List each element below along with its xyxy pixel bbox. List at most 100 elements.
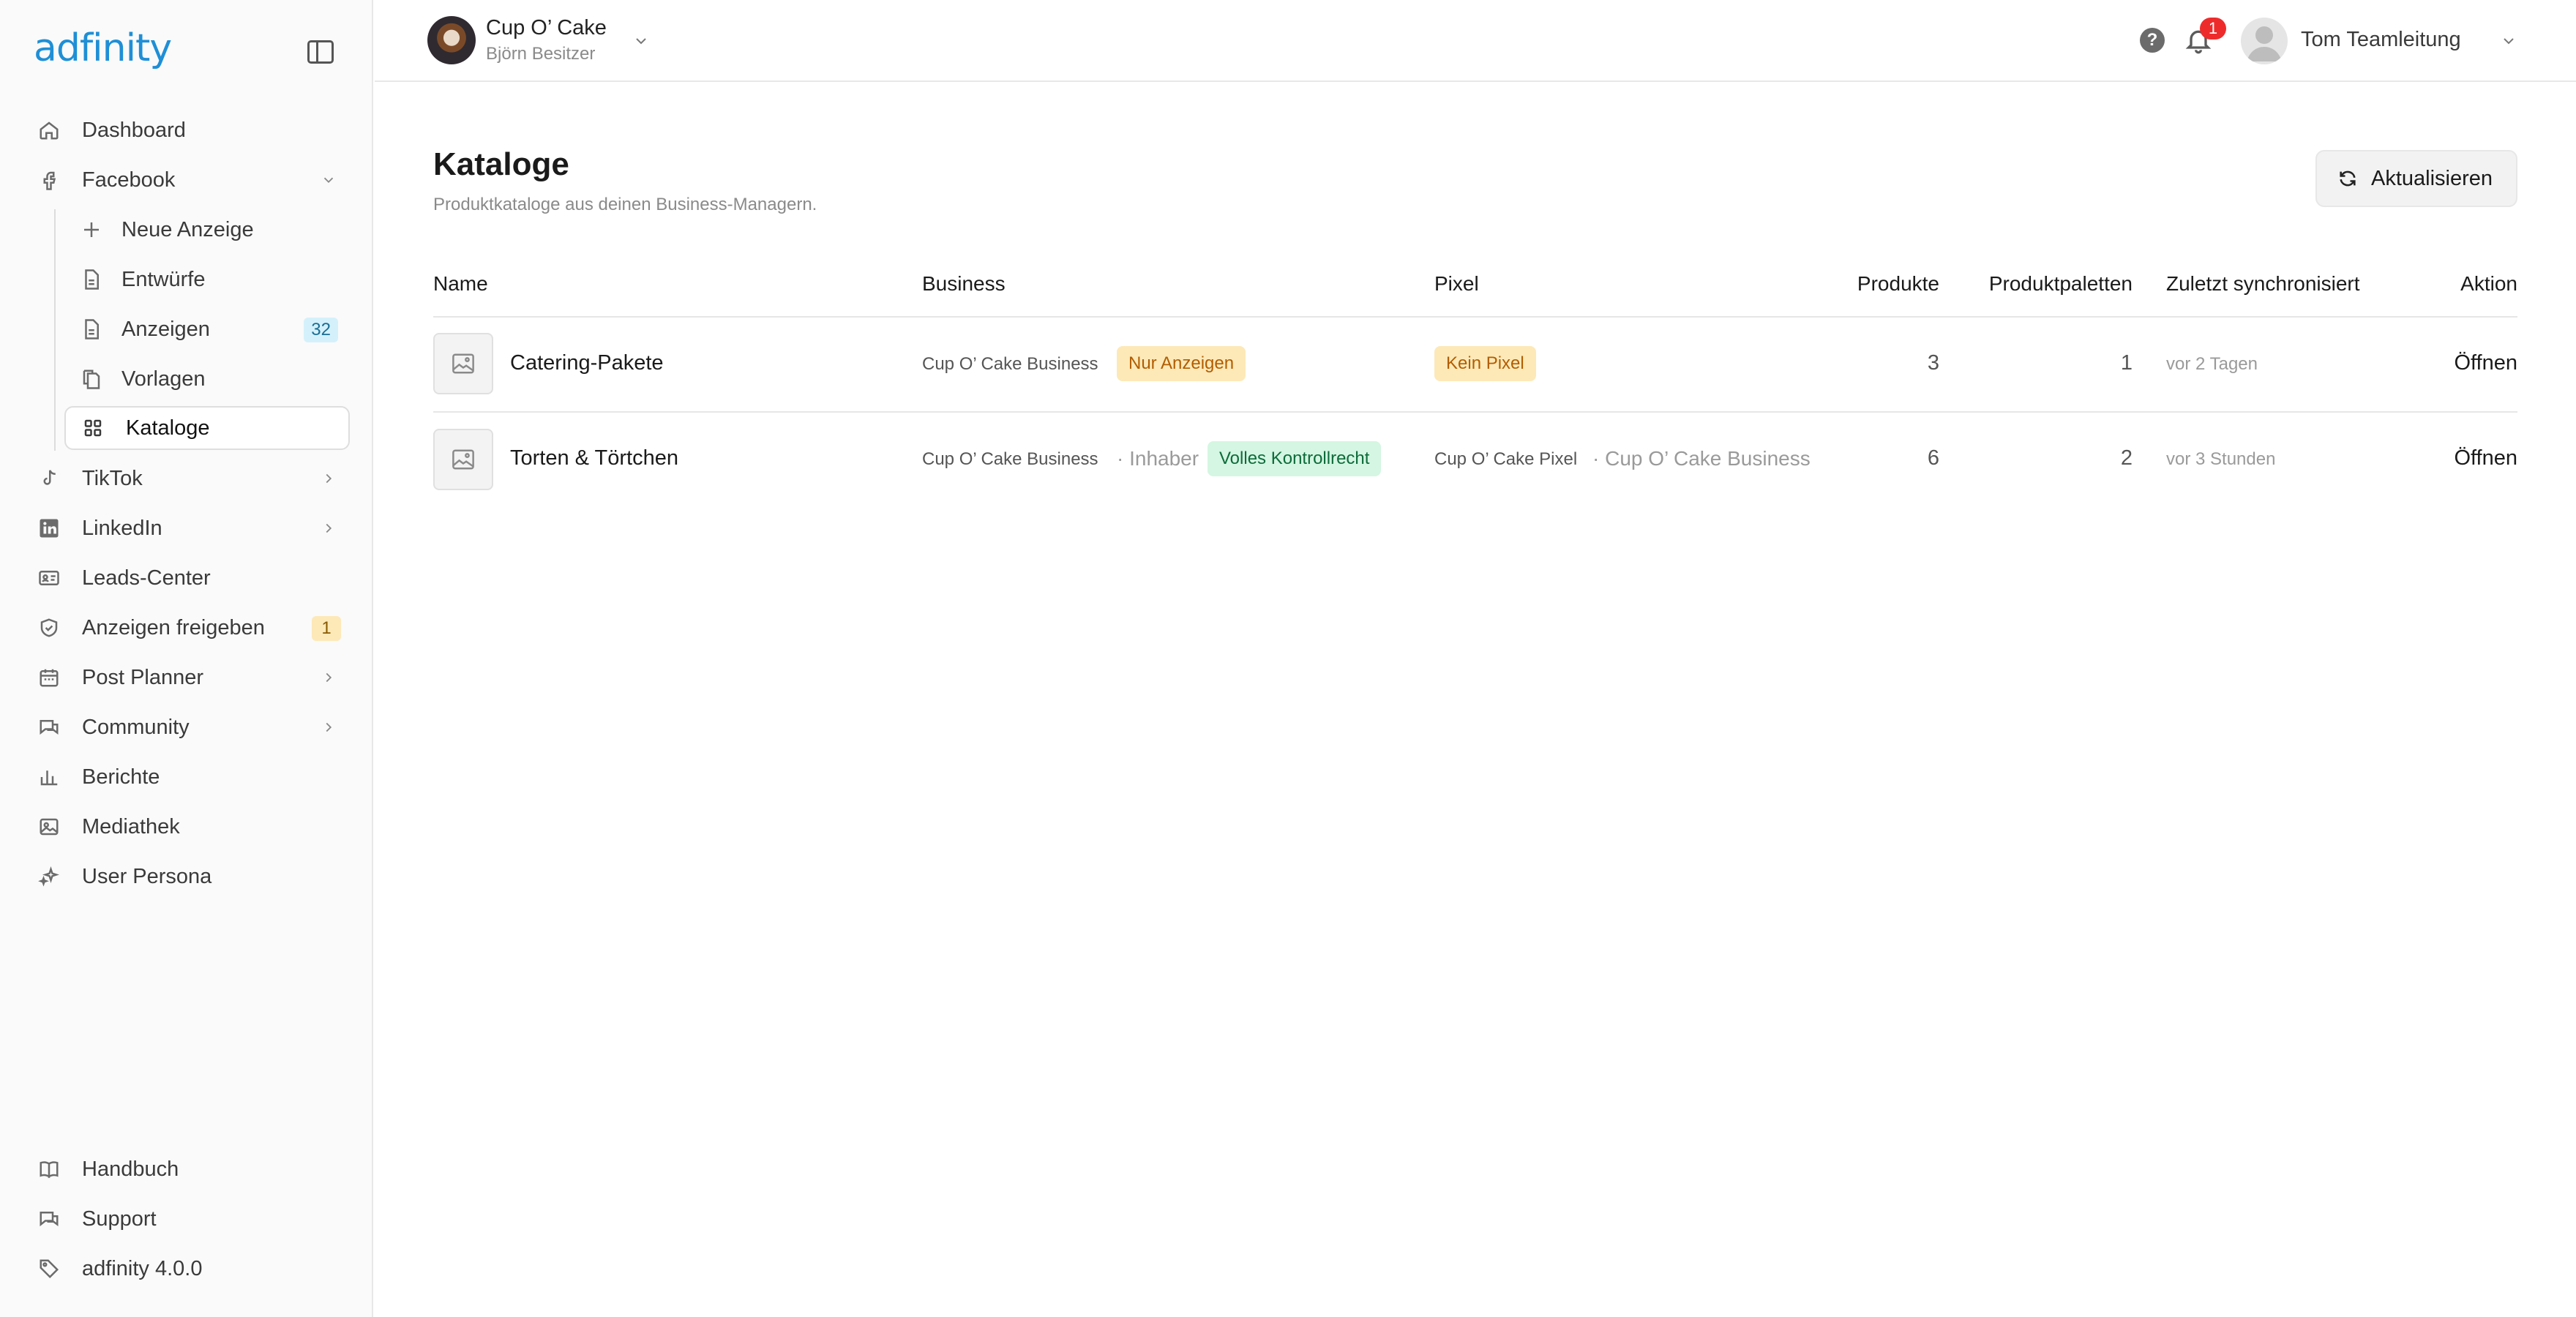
catalog-thumbnail [433, 333, 493, 394]
sidebar-toggle-icon[interactable] [307, 40, 334, 64]
sidebar-item-label: Neue Anzeige [121, 217, 254, 241]
book-icon [38, 1158, 60, 1180]
sidebar-item-anzeigen[interactable]: Anzeigen 32 [80, 307, 350, 351]
open-link[interactable]: Öffnen [2415, 446, 2517, 470]
help-icon[interactable]: ? [2140, 28, 2165, 53]
submenu-divider [54, 209, 56, 451]
column-header-produktpaletten: Produktpaletten [1988, 272, 2133, 295]
sidebar-item-version[interactable]: adfinity 4.0.0 [38, 1247, 353, 1291]
copy-icon [80, 368, 102, 390]
sidebar-item-neue-anzeige[interactable]: Neue Anzeige [80, 208, 350, 252]
access-badge: Volles Kontrollrecht [1208, 441, 1382, 476]
chevron-down-icon [323, 177, 334, 184]
grid-icon [82, 417, 104, 439]
user-avatar[interactable] [2241, 18, 2288, 64]
chat-bubbles-icon [38, 716, 60, 738]
sidebar-item-label: Dashboard [82, 118, 186, 142]
page-subtitle: Produktkataloge aus deinen Business-Mana… [433, 195, 817, 214]
catalog-name[interactable]: Torten & Törtchen [510, 446, 678, 470]
plus-icon [80, 219, 102, 241]
sidebar-item-anzeigen-freigeben[interactable]: Anzeigen freigeben 1 [38, 606, 353, 650]
pixel-badge: Kein Pixel [1434, 346, 1536, 381]
catalog-name[interactable]: Catering-Pakete [510, 351, 664, 375]
catalog-thumbnail [433, 429, 493, 490]
sidebar-item-label: Anzeigen freigeben [82, 615, 265, 639]
product-count: 6 [1927, 446, 1939, 470]
sidebar-item-label: Kataloge [126, 416, 210, 440]
sidebar-item-label: User Persona [82, 864, 212, 888]
product-count: 3 [1927, 351, 1939, 375]
sidebar-item-berichte[interactable]: Berichte [38, 755, 353, 799]
sidebar-item-label: Leads-Center [82, 566, 211, 590]
tag-icon [38, 1258, 60, 1280]
access-badge: Nur Anzeigen [1117, 346, 1246, 381]
refresh-button-label: Aktualisieren [2371, 166, 2493, 190]
sidebar-item-mediathek[interactable]: Mediathek [38, 805, 353, 849]
last-synced: vor 3 Stunden [2166, 449, 2276, 469]
business-name: Cup O’ Cake Business [922, 449, 1098, 469]
sidebar-item-label: Anzeigen [121, 317, 210, 341]
sidebar-item-dashboard[interactable]: Dashboard [38, 108, 353, 152]
product-set-count: 2 [2120, 446, 2133, 470]
column-header-business: Business [922, 272, 1006, 295]
image-placeholder-icon [452, 353, 474, 374]
sidebar-item-user-persona[interactable]: User Persona [38, 855, 353, 898]
sidebar-item-support[interactable]: Support [38, 1197, 353, 1241]
chevron-right-icon [326, 672, 332, 683]
sidebar-item-facebook[interactable]: Facebook [38, 158, 353, 202]
open-link[interactable]: Öffnen [2415, 351, 2517, 375]
sidebar-item-tiktok[interactable]: TikTok [38, 457, 353, 500]
sidebar-item-label: Community [82, 715, 190, 739]
last-synced: vor 2 Tagen [2166, 354, 2258, 374]
sidebar-item-label: adfinity 4.0.0 [82, 1256, 203, 1280]
refresh-button[interactable]: Aktualisieren [2315, 150, 2517, 207]
pixel-business: · Cup O’ Cake Business [1592, 447, 1811, 470]
sidebar-item-label: Entwürfe [121, 267, 206, 291]
image-placeholder-icon [452, 449, 474, 470]
sidebar-item-linkedin[interactable]: LinkedIn [38, 506, 353, 550]
sidebar-item-label: Vorlagen [121, 367, 206, 391]
document-icon [80, 318, 102, 340]
sidebar-item-kataloge[interactable]: Kataloge [64, 406, 350, 450]
chat-icon [38, 1208, 60, 1230]
user-name[interactable]: Tom Teamleitung [2301, 28, 2461, 52]
count-badge: 32 [304, 318, 338, 342]
app-logo[interactable]: adfinity [34, 26, 172, 70]
sidebar-item-label: Support [82, 1207, 157, 1231]
image-icon [38, 816, 60, 838]
notification-badge: 1 [2200, 18, 2226, 40]
sidebar-item-label: Mediathek [82, 814, 180, 838]
table-divider [433, 411, 2517, 413]
chevron-right-icon [326, 473, 332, 484]
column-header-name: Name [433, 272, 488, 295]
account-name[interactable]: Cup O’ Cake [486, 16, 607, 40]
chevron-down-icon[interactable] [2500, 32, 2517, 50]
column-header-aktion: Aktion [2460, 272, 2517, 295]
column-header-produkte: Produkte [1857, 272, 1939, 295]
tiktok-icon [38, 468, 60, 489]
sparkles-icon [38, 866, 60, 888]
id-card-icon [38, 567, 60, 589]
chevron-right-icon [326, 722, 332, 732]
pixel-name: Cup O’ Cake Pixel [1434, 449, 1578, 469]
chevron-right-icon [326, 523, 332, 533]
sidebar-item-handbuch[interactable]: Handbuch [38, 1147, 353, 1191]
chevron-down-icon[interactable] [632, 32, 650, 50]
product-set-count: 1 [2120, 351, 2133, 375]
sidebar-item-entwuerfe[interactable]: Entwürfe [80, 258, 350, 301]
page-title: Kataloge [433, 146, 569, 182]
home-icon [38, 119, 60, 141]
sidebar-item-community[interactable]: Community [38, 705, 353, 749]
column-header-pixel: Pixel [1434, 272, 1479, 295]
count-badge: 1 [312, 616, 341, 641]
refresh-icon [2340, 170, 2356, 187]
sidebar-item-leads-center[interactable]: Leads-Center [38, 556, 353, 600]
column-header-zuletzt: Zuletzt synchronisiert [2166, 272, 2360, 295]
top-bar: Cup O’ Cake Björn Besitzer ? 1 Tom Teaml… [375, 0, 2576, 82]
facebook-icon [38, 169, 60, 191]
sidebar-item-vorlagen[interactable]: Vorlagen [80, 357, 350, 401]
account-avatar[interactable] [427, 16, 476, 64]
file-icon [80, 269, 102, 290]
sidebar-item-label: Handbuch [82, 1157, 179, 1181]
sidebar-item-post-planner[interactable]: Post Planner [38, 656, 353, 699]
